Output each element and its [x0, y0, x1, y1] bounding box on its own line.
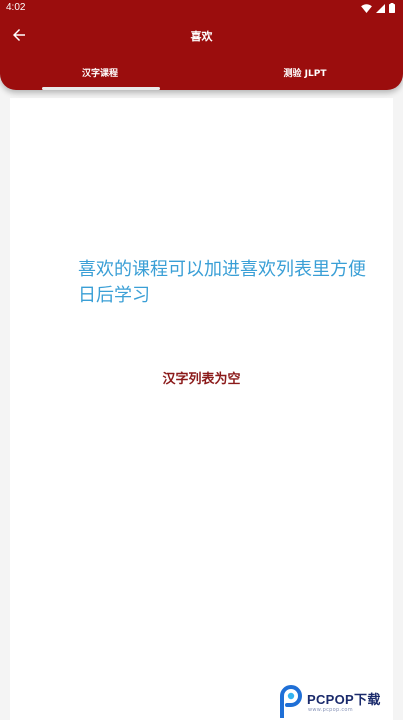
- favorites-hint: 喜欢的课程可以加进喜欢列表里方便日后学习: [78, 259, 366, 306]
- watermark-subtext: www.pcpop.com: [308, 707, 353, 713]
- status-bar: 4:02: [0, 0, 403, 18]
- empty-list-message: 汉字列表为空: [162, 372, 241, 387]
- status-icons: [361, 3, 395, 13]
- signal-icon: [376, 3, 385, 13]
- watermark-text: PCPOP下载: [307, 692, 381, 707]
- status-time: 4:02: [6, 2, 26, 13]
- tab-bar: 汉字课程 测验 JLPT: [0, 60, 403, 90]
- tab-jlpt-quiz[interactable]: 测验 JLPT: [245, 60, 365, 90]
- toolbar: 喜欢: [0, 18, 403, 54]
- battery-icon: [389, 3, 395, 13]
- tab-indicator: [42, 87, 160, 90]
- watermark: PCPOP下载 www.pcpop.com: [278, 684, 400, 718]
- page-title: 喜欢: [190, 30, 213, 43]
- content-card: 喜欢的课程可以加进喜欢列表里方便日后学习 汉字列表为空: [10, 98, 393, 720]
- wifi-icon: [361, 3, 372, 13]
- pcpop-logo-icon: [280, 685, 302, 718]
- tab-kanji-courses[interactable]: 汉字课程: [40, 60, 160, 90]
- app-bar: 4:02 喜欢 汉字课程 测验 JLPT: [0, 0, 403, 90]
